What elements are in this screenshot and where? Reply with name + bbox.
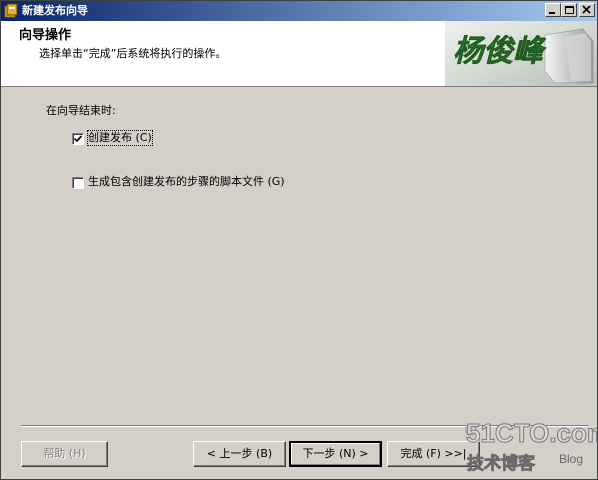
title-bar[interactable]: 新建发布向导 [1,1,597,21]
app-icon [4,3,18,18]
minimize-icon [549,12,555,14]
wizard-header: 向导操作 选择单击“完成”后系统将执行的操作。 杨俊峰 [1,21,597,87]
logo-text: 杨俊峰 [453,34,547,69]
watermark-site: 51CTO.com [466,418,598,448]
watermark-blog: Blog [559,452,583,466]
close-icon [582,5,591,14]
wizard-logo-image: 杨俊峰 [445,21,597,86]
window-title: 新建发布向导 [22,4,88,17]
maximize-icon [565,6,574,14]
page-title: 向导操作 [19,28,72,43]
site-watermark: 51CTO.com 技术博客 Blog [465,418,598,474]
wizard-window: 新建发布向导 向导操作 选择单击“完成”后系统将执行的操作。 杨俊峰 在向导结束… [0,0,598,480]
generate-script-label[interactable]: 生成包含创建发布的步骤的脚本文件 (G) [88,175,285,189]
back-button[interactable]: < 上一步 (B) [193,441,286,467]
minimize-button[interactable] [545,3,561,17]
maximize-button[interactable] [561,3,577,17]
page-subtitle: 选择单击“完成”后系统将执行的操作。 [39,47,227,60]
checkmark-icon [73,135,83,143]
create-publication-label[interactable]: 创建发布 (C) [87,130,153,146]
close-button[interactable] [579,3,595,17]
next-button[interactable]: 下一步 (N) > [289,441,382,467]
watermark-tagline: 技术博客 [467,453,536,474]
create-publication-checkbox[interactable] [72,133,84,145]
generate-script-checkbox[interactable] [72,177,84,189]
help-button[interactable]: 帮助 (H) [21,441,108,467]
section-label: 在向导结束时: [46,104,116,117]
